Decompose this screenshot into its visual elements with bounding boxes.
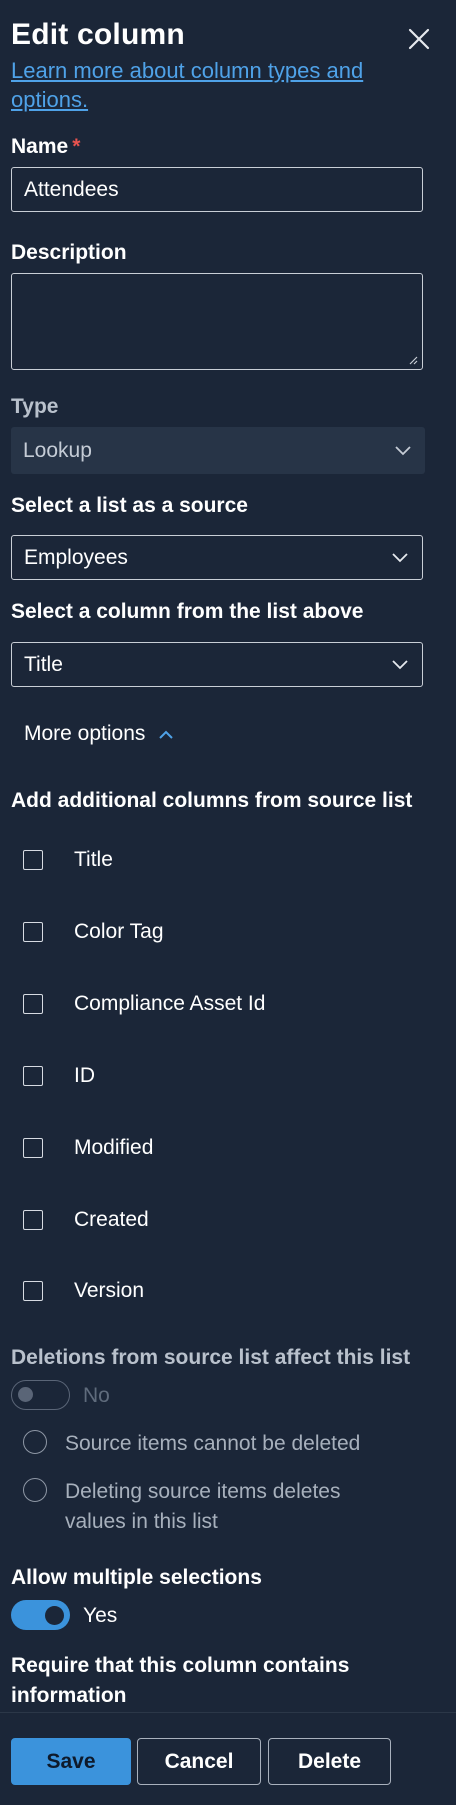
panel-title: Edit column — [11, 18, 185, 51]
checkbox-label: Modified — [74, 1136, 154, 1159]
deletions-toggle-text: No — [83, 1384, 110, 1407]
radio-button — [23, 1430, 47, 1454]
checkbox-label: ID — [74, 1064, 95, 1087]
cancel-button[interactable]: Cancel — [137, 1738, 261, 1785]
name-input[interactable]: Attendees — [11, 167, 423, 212]
save-button[interactable]: Save — [11, 1738, 131, 1785]
checkbox-color-tag[interactable]: Color Tag — [23, 917, 164, 947]
source-column-value: Title — [24, 653, 63, 676]
deletions-label: Deletions from source list affect this l… — [11, 1346, 411, 1369]
chevron-down-icon — [392, 552, 408, 562]
chevron-down-icon — [395, 445, 411, 455]
type-value: Lookup — [23, 439, 92, 462]
checkbox-compliance-asset-id[interactable]: Compliance Asset Id — [23, 989, 265, 1019]
radio-source-cannot-delete: Source items cannot be deleted — [23, 1429, 405, 1459]
checkbox[interactable] — [23, 994, 43, 1014]
checkbox-id[interactable]: ID — [23, 1061, 95, 1091]
radio-cascade-delete: Deleting source items deletes values in … — [23, 1477, 405, 1537]
checkbox[interactable] — [23, 1281, 43, 1301]
multiple-toggle-text: Yes — [83, 1604, 118, 1627]
source-column-select[interactable]: Title — [11, 642, 423, 687]
checkbox-label: Created — [74, 1208, 149, 1231]
require-label: Require that this column contains inform… — [11, 1654, 350, 1707]
checkbox[interactable] — [23, 1066, 43, 1086]
toggle-knob — [45, 1606, 64, 1625]
more-options-label: More options — [24, 722, 146, 745]
checkbox[interactable] — [23, 1210, 43, 1230]
checkbox-label: Color Tag — [74, 920, 164, 943]
required-marker: * — [72, 135, 81, 158]
radio-button — [23, 1478, 47, 1502]
checkbox-label: Version — [74, 1279, 145, 1302]
chevron-up-icon — [159, 730, 173, 739]
source-list-label: Select a list as a source — [11, 494, 248, 517]
deletions-toggle — [11, 1380, 70, 1410]
checkbox-label: Compliance Asset Id — [74, 992, 266, 1015]
learn-more-link[interactable]: Learn more about column types and option… — [11, 56, 371, 114]
radio-label: Deleting source items deletes values in … — [65, 1480, 341, 1533]
resize-grip-icon[interactable] — [408, 355, 418, 365]
checkbox-version[interactable]: Version — [23, 1276, 144, 1306]
toggle-knob — [18, 1387, 33, 1402]
multiple-label: Allow multiple selections — [11, 1566, 262, 1589]
checkbox-label: Title — [74, 848, 113, 871]
checkbox[interactable] — [23, 1138, 43, 1158]
close-icon[interactable] — [408, 28, 430, 50]
more-options-toggle[interactable]: More options — [24, 722, 173, 746]
name-label-text: Name — [11, 135, 69, 158]
type-label: Type — [11, 395, 59, 418]
radio-label: Source items cannot be deleted — [65, 1432, 361, 1455]
additional-columns-label: Add additional columns from source list — [11, 789, 413, 812]
source-list-select[interactable]: Employees — [11, 535, 423, 580]
description-label: Description — [11, 241, 127, 264]
type-select: Lookup — [11, 427, 425, 474]
chevron-down-icon — [392, 659, 408, 669]
multiple-toggle[interactable] — [11, 1600, 70, 1630]
checkbox-title[interactable]: Title — [23, 845, 113, 875]
checkbox[interactable] — [23, 850, 43, 870]
source-list-value: Employees — [24, 546, 128, 569]
name-label: Name * — [11, 135, 80, 159]
checkbox-modified[interactable]: Modified — [23, 1133, 153, 1163]
delete-button[interactable]: Delete — [268, 1738, 391, 1785]
footer-divider — [0, 1712, 456, 1713]
source-column-label: Select a column from the list above — [11, 600, 364, 623]
checkbox[interactable] — [23, 922, 43, 942]
description-textarea[interactable] — [11, 273, 423, 370]
checkbox-created[interactable]: Created — [23, 1205, 149, 1235]
